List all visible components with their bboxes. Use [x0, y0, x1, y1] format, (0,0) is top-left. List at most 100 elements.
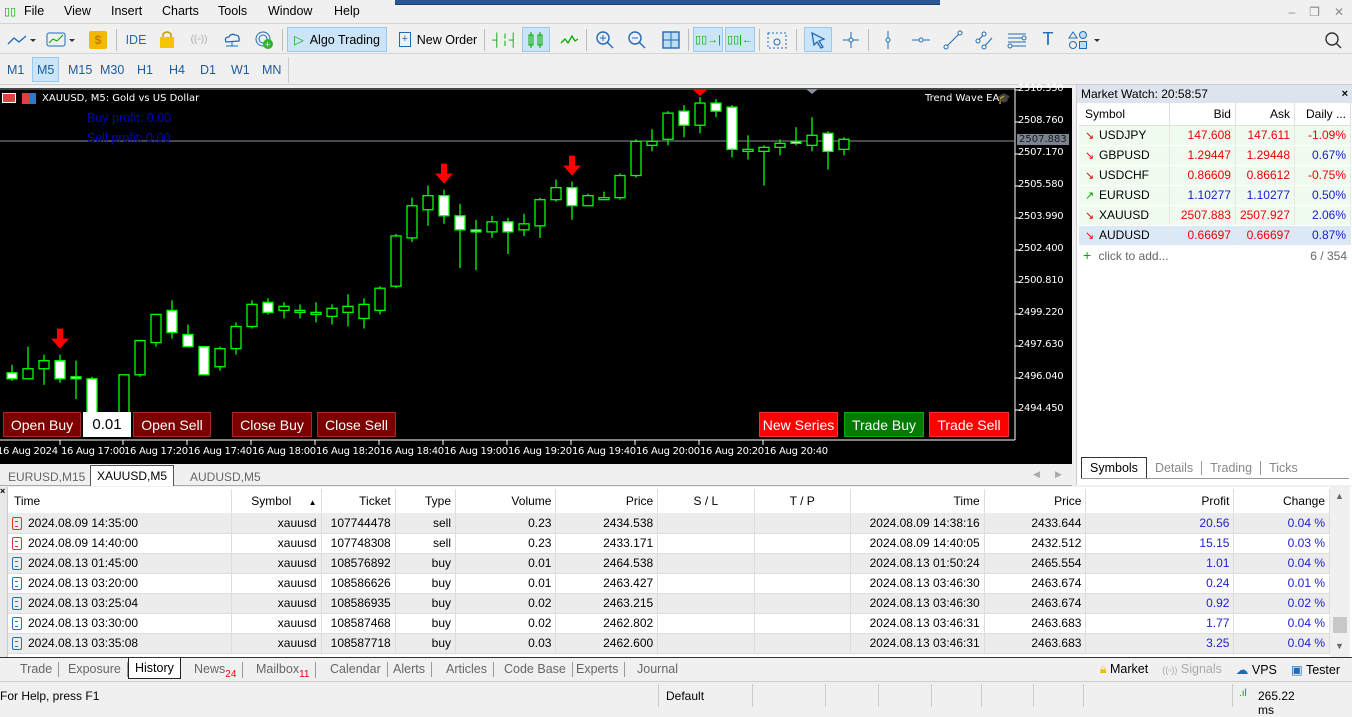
menu-file[interactable]: File: [24, 4, 44, 18]
menu-charts[interactable]: Charts: [162, 4, 199, 18]
channel-icon[interactable]: [972, 27, 998, 52]
period-m30[interactable]: M30: [96, 57, 128, 82]
toolbox-tab-code-base[interactable]: Code Base: [498, 662, 573, 677]
fibonacci-icon[interactable]: [1004, 27, 1030, 52]
col-change-11[interactable]: Change: [1233, 489, 1330, 513]
period-h4[interactable]: H4: [165, 57, 189, 82]
tab-scroll-right-icon[interactable]: ▶: [1055, 469, 1062, 480]
service-vps[interactable]: ☁ VPS: [1236, 662, 1277, 677]
new-series-button[interactable]: New Series: [759, 412, 838, 437]
mw-tab-details[interactable]: Details: [1147, 460, 1203, 475]
chart-tab-eurusd[interactable]: EURUSD,M15: [2, 467, 91, 486]
close-icon[interactable]: ✕: [1334, 5, 1344, 19]
col-price-5[interactable]: Price: [555, 489, 659, 513]
signals-icon[interactable]: ((▫)): [186, 27, 212, 52]
add-symbol-row[interactable]: + click to add... 6 / 354: [1083, 247, 1347, 263]
col-price-9[interactable]: Price: [984, 489, 1087, 513]
market-watch-row[interactable]: ↘ USDJPY 147.608 147.611 -1.09%: [1079, 125, 1351, 146]
col-type-3[interactable]: Type: [395, 489, 457, 513]
history-row[interactable]: 2024.08.13 03:30:00 xauusd 108587468 buy 0.0…: [8, 613, 1330, 634]
bar-chart-icon[interactable]: ┤╎┤: [492, 27, 518, 52]
menu-help[interactable]: Help: [334, 4, 360, 18]
col-symbol[interactable]: Symbol: [1079, 103, 1170, 126]
market-watch-row[interactable]: ↘ GBPUSD 1.29447 1.29448 0.67%: [1079, 145, 1351, 166]
toolbox-tab-exposure[interactable]: Exposure: [62, 662, 128, 677]
period-d1[interactable]: D1: [196, 57, 220, 82]
history-row[interactable]: 2024.08.13 01:45:00 xauusd 108576892 buy 0.0…: [8, 553, 1330, 574]
algo-trading-button[interactable]: ▷ Algo Trading: [287, 27, 387, 52]
period-m5[interactable]: M5: [32, 57, 60, 82]
open-buy-button[interactable]: Open Buy: [3, 412, 81, 437]
open-sell-button[interactable]: Open Sell: [133, 412, 211, 437]
vertical-line-icon[interactable]: [876, 27, 900, 52]
close-icon[interactable]: ×: [0, 486, 5, 496]
search-icon[interactable]: [1320, 27, 1346, 52]
scroll-up-icon[interactable]: ▲: [1335, 491, 1344, 501]
vps-cloud-icon[interactable]: [220, 27, 244, 52]
toolbox-tab-calendar[interactable]: Calendar: [324, 662, 388, 677]
tile-windows-icon[interactable]: [658, 27, 684, 52]
market-watch-row[interactable]: ↘ AUDUSD 0.66697 0.66697 0.87%: [1079, 225, 1351, 246]
toolbox-tab-experts[interactable]: Experts: [570, 662, 626, 677]
col-tp-7[interactable]: T / P: [754, 489, 851, 513]
history-scrollbar[interactable]: ▲ ▼: [1330, 487, 1350, 657]
chart-shift-icon[interactable]: ▯▯|←: [725, 27, 755, 52]
scroll-thumb[interactable]: [1333, 617, 1347, 633]
candlestick-chart-icon[interactable]: [522, 27, 550, 52]
price-chart[interactable]: XAUUSD, M5: Gold vs US Dollar Buy profit…: [0, 83, 1072, 464]
lot-size-input[interactable]: 0.01: [83, 412, 131, 437]
toolbox-tab-mailbox[interactable]: Mailbox11: [250, 662, 317, 680]
tab-scroll-left-icon[interactable]: ◀: [1033, 469, 1040, 480]
community-add-icon[interactable]: +: [252, 27, 276, 52]
service-signals[interactable]: ((▫)) Signals: [1162, 662, 1222, 677]
col-time-8[interactable]: Time: [850, 489, 985, 513]
crosshair-icon[interactable]: [838, 27, 864, 52]
trade-sell-button[interactable]: Trade Sell: [929, 412, 1009, 437]
period-m1[interactable]: M1: [3, 57, 28, 82]
period-mn[interactable]: MN: [258, 57, 285, 82]
col-profit-10[interactable]: Profit: [1085, 489, 1235, 513]
dollar-icon[interactable]: $: [88, 27, 108, 52]
close-sell-button[interactable]: Close Sell: [317, 412, 396, 437]
minimize-icon[interactable]: –: [1288, 5, 1295, 19]
zoom-out-icon[interactable]: [624, 27, 650, 52]
shapes-dropdown-icon[interactable]: [1066, 27, 1104, 52]
menu-insert[interactable]: Insert: [111, 4, 142, 18]
mw-tab-symbols[interactable]: Symbols: [1081, 457, 1147, 478]
profile-name[interactable]: Default: [666, 689, 704, 703]
period-m15[interactable]: M15: [64, 57, 96, 82]
scroll-down-icon[interactable]: ▼: [1335, 641, 1344, 651]
col-volume-4[interactable]: Volume: [455, 489, 557, 513]
col-ticket-2[interactable]: Ticket: [321, 489, 396, 513]
trendline-icon[interactable]: [940, 27, 966, 52]
ide-button[interactable]: IDE: [122, 27, 150, 52]
period-h1[interactable]: H1: [133, 57, 157, 82]
history-row[interactable]: 2024.08.09 14:40:00 xauusd 107748308 sell 0.…: [8, 533, 1330, 554]
toolbox-tab-news[interactable]: News24: [188, 662, 244, 680]
text-tool-icon[interactable]: T: [1036, 27, 1060, 52]
cursor-tool-icon[interactable]: [804, 27, 832, 52]
history-row[interactable]: 2024.08.13 03:35:08 xauusd 108587718 buy 0.0…: [8, 633, 1330, 654]
period-w1[interactable]: W1: [227, 57, 254, 82]
toolbox-tab-history[interactable]: History: [128, 658, 181, 679]
col-daily[interactable]: Daily ...: [1294, 103, 1351, 126]
mw-tab-ticks[interactable]: Ticks: [1261, 461, 1306, 475]
menu-view[interactable]: View: [64, 4, 91, 18]
close-icon[interactable]: ×: [1342, 88, 1348, 100]
chart-tab-xauusd[interactable]: XAUUSD,M5: [90, 465, 175, 486]
zoom-in-icon[interactable]: [592, 27, 618, 52]
col-bid[interactable]: Bid: [1169, 103, 1236, 126]
menu-tools[interactable]: Tools: [218, 4, 247, 18]
col-ask[interactable]: Ask: [1235, 103, 1296, 126]
trade-buy-button[interactable]: Trade Buy: [844, 412, 924, 437]
col-symbol-1[interactable]: Symbol ▲: [231, 489, 322, 513]
toolbox-tab-journal[interactable]: Journal: [631, 662, 684, 677]
new-order-button[interactable]: + New Order: [393, 27, 483, 52]
mw-tab-trading[interactable]: Trading: [1202, 460, 1262, 475]
toolbox-tab-articles[interactable]: Articles: [440, 662, 494, 677]
indicators-dropdown[interactable]: [42, 27, 78, 52]
line-chart-icon[interactable]: [556, 27, 582, 52]
screenshot-icon[interactable]: [764, 27, 790, 52]
col-time-0[interactable]: Time: [8, 489, 232, 513]
toolbox-tab-trade[interactable]: Trade: [14, 662, 60, 677]
